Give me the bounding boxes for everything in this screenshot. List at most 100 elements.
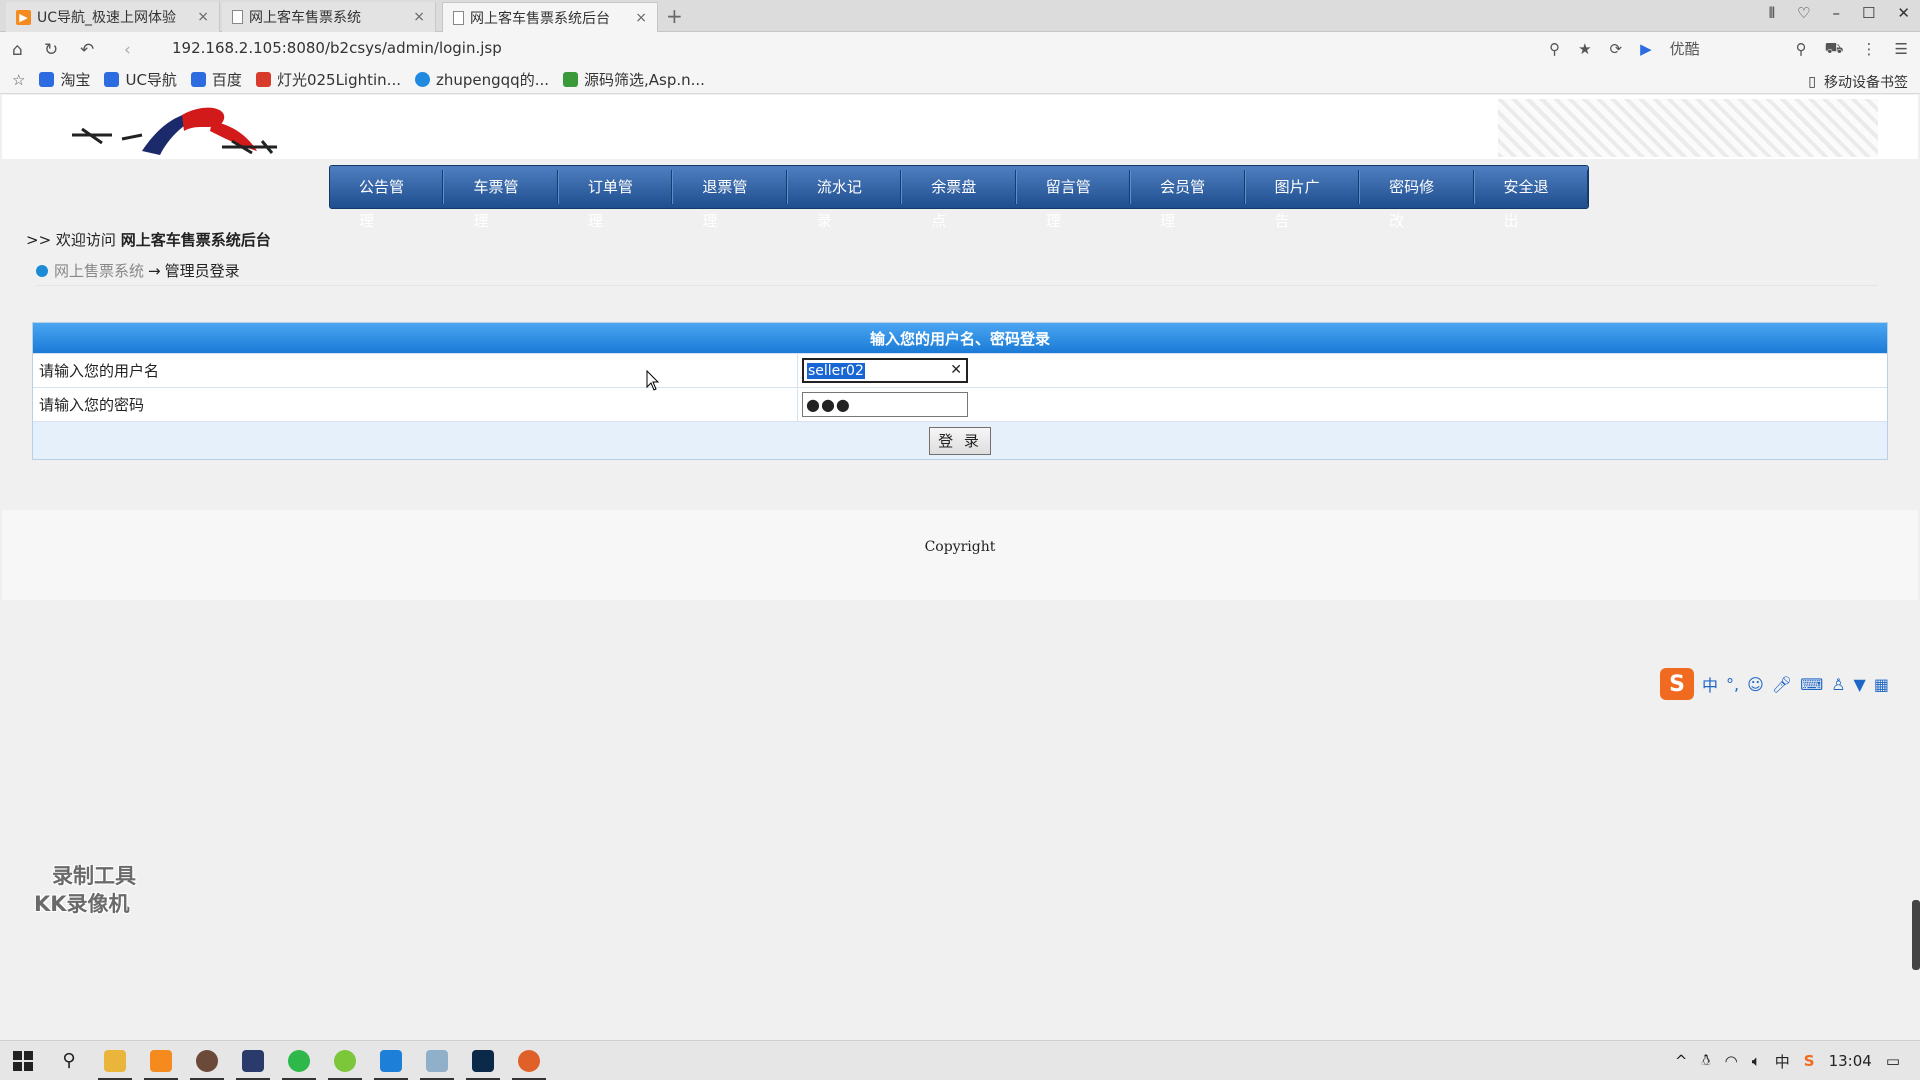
menu-remaining-tickets[interactable]: 余票盘点 xyxy=(901,170,1016,230)
ime-language[interactable]: 中 xyxy=(1702,672,1718,696)
clear-icon[interactable]: ✕ xyxy=(950,362,962,378)
menu-tickets[interactable]: 车票管理 xyxy=(443,170,558,230)
username-value: seller02 xyxy=(807,362,865,379)
bookmark-label: 百度 xyxy=(211,71,242,89)
bookmark-uc-nav[interactable]: UC导航 xyxy=(104,69,177,90)
bookmark-label: 淘宝 xyxy=(60,71,91,89)
eclipse-icon[interactable] xyxy=(230,1041,276,1080)
url-text: 192.168.2.105:8080/b2csys/admin/login.js… xyxy=(172,39,502,57)
mouse-cursor-icon xyxy=(646,370,660,391)
menu-change-password[interactable]: 密码修改 xyxy=(1359,170,1474,230)
bookmark-lighting[interactable]: 灯光025Lightin... xyxy=(255,69,401,90)
leaf-app-icon[interactable] xyxy=(322,1041,368,1080)
search-icon[interactable]: ⚲ xyxy=(1796,40,1807,58)
play-icon[interactable]: ▶ xyxy=(1640,40,1652,58)
skin-shirt-icon[interactable]: ▼ xyxy=(1854,675,1866,694)
address-field[interactable]: 192.168.2.105:8080/b2csys/admin/login.js… xyxy=(172,39,502,148)
bookmark-source-code[interactable]: 源码筛选,Asp.n... xyxy=(563,69,705,90)
username-input[interactable]: seller02 ✕ xyxy=(802,358,968,383)
breadcrumb-home-link[interactable]: 网上售票系统 xyxy=(54,260,144,281)
uc-browser-icon[interactable] xyxy=(138,1041,184,1080)
ime-indicator[interactable]: 中 xyxy=(1775,1051,1790,1072)
menu-icon[interactable]: ☰ xyxy=(1895,40,1908,58)
pin-icon[interactable]: ⫴ xyxy=(1769,4,1775,22)
tab-uc-nav[interactable]: ▶ UC导航_极速上网体验 × xyxy=(6,2,220,32)
sync-icon[interactable]: ⟳ xyxy=(1610,40,1623,58)
reload-icon[interactable]: ↻ xyxy=(44,40,58,60)
qq-icon[interactable]: 🐧︎ xyxy=(1701,1051,1710,1071)
site-logo xyxy=(72,107,277,155)
minimize-button[interactable]: – xyxy=(1832,4,1840,22)
welcome-prefix: >> 欢迎访问 xyxy=(26,231,116,249)
side-scroll-handle[interactable] xyxy=(1912,900,1920,970)
grid-icon[interactable]: ▦ xyxy=(1874,675,1889,694)
uc-logo-icon: ▶ xyxy=(16,9,31,25)
menu-refunds[interactable]: 退票管理 xyxy=(672,170,787,230)
user-icon[interactable]: ♙ xyxy=(1831,675,1845,694)
admin-menu-bar: 公告管理 车票管理 订单管理 退票管理 流水记录 余票盘点 留言管理 会员管理 … xyxy=(329,165,1589,230)
menu-transactions[interactable]: 流水记录 xyxy=(786,170,902,230)
volume-icon[interactable]: 🔈︎ xyxy=(1752,1052,1761,1070)
close-icon[interactable]: × xyxy=(635,10,647,26)
back-icon[interactable]: ‹ xyxy=(124,40,131,60)
menu-image-ads[interactable]: 图片广告 xyxy=(1244,170,1360,230)
notepad-icon[interactable] xyxy=(414,1041,460,1080)
bookmark-star-icon[interactable]: ☆ xyxy=(12,71,25,89)
search-engine-label[interactable]: 优酷 xyxy=(1670,38,1700,59)
clock[interactable]: 13:04 xyxy=(1829,1052,1872,1070)
file-explorer-icon[interactable] xyxy=(92,1041,138,1080)
recorder-app-icon[interactable] xyxy=(506,1041,552,1080)
keyboard-icon[interactable]: ⌨ xyxy=(1800,675,1823,694)
more-icon[interactable]: ⋮ xyxy=(1862,40,1877,58)
skin-icon[interactable]: ♡ xyxy=(1797,4,1810,22)
close-window-button[interactable]: ✕ xyxy=(1897,4,1910,22)
teamviewer-icon[interactable] xyxy=(368,1041,414,1080)
page-icon xyxy=(453,10,464,25)
sogou-tray-icon[interactable]: S xyxy=(1804,1052,1815,1070)
tab-ticket-system[interactable]: 网上客车售票系统 × xyxy=(222,2,436,32)
app-icon-orb[interactable] xyxy=(184,1041,230,1080)
close-icon[interactable]: × xyxy=(197,9,209,25)
tab-admin-login[interactable]: 网上客车售票系统后台 × xyxy=(442,2,658,32)
emoji-icon[interactable]: ☺ xyxy=(1747,675,1764,694)
bookmark-label: 灯光025Lightin... xyxy=(276,71,401,89)
menu-announcements[interactable]: 公告管理 xyxy=(330,170,444,230)
notification-icon[interactable]: ▭ xyxy=(1886,1052,1900,1070)
ime-toolbar: S 中 °, ☺ 🎤︎ ⌨ ♙ ▼ ▦ xyxy=(1660,668,1889,700)
wechat-icon[interactable] xyxy=(276,1041,322,1080)
menu-members[interactable]: 会员管理 xyxy=(1130,170,1245,230)
window-controls: ⫴ ♡ – ☐ ✕ xyxy=(1769,4,1910,22)
page-icon xyxy=(232,10,243,24)
close-icon[interactable]: × xyxy=(413,9,425,25)
cart-icon[interactable]: ⛟ xyxy=(1825,39,1844,59)
microphone-icon[interactable]: 🎤︎ xyxy=(1772,675,1792,694)
maximize-button[interactable]: ☐ xyxy=(1862,4,1875,22)
bookmark-baidu[interactable]: 百度 xyxy=(190,69,242,90)
chevron-up-icon[interactable]: ^ xyxy=(1675,1052,1688,1070)
punctuation-icon[interactable]: °, xyxy=(1726,675,1739,694)
bookmark-icon xyxy=(190,72,206,87)
start-button[interactable] xyxy=(0,1041,46,1080)
search-icon[interactable]: ⚲ xyxy=(46,1041,92,1080)
location-icon[interactable]: ⚲ xyxy=(1549,40,1560,58)
new-tab-button[interactable]: + xyxy=(666,4,683,28)
photoshop-icon[interactable] xyxy=(460,1041,506,1080)
toolbar-right: ⚲ ★ ⟳ ▶ 优酷 ⚲ ⛟ ⋮ ☰ xyxy=(1549,38,1908,59)
sogou-logo-icon[interactable]: S xyxy=(1660,668,1694,700)
login-button[interactable]: 登 录 xyxy=(929,426,991,455)
undo-icon[interactable]: ↶ xyxy=(80,40,94,60)
wifi-icon[interactable]: ◠ xyxy=(1725,1052,1738,1070)
mobile-bookmarks[interactable]: ▯ 移动设备书签 xyxy=(1808,72,1908,92)
bookmark-icon xyxy=(255,72,271,87)
password-row: 请输入您的密码 ●●● xyxy=(33,387,1887,421)
menu-messages[interactable]: 留言管理 xyxy=(1015,170,1131,230)
menu-orders[interactable]: 订单管理 xyxy=(557,170,673,230)
home-icon[interactable]: ⌂ xyxy=(12,40,23,60)
browser-tab-bar: ▶ UC导航_极速上网体验 × 网上客车售票系统 × 网上客车售票系统后台 × … xyxy=(0,0,1920,32)
password-input[interactable]: ●●● xyxy=(802,392,968,417)
bookmark-taobao[interactable]: 淘宝 xyxy=(39,69,90,90)
bookmark-zhupengqq[interactable]: zhupengqq的... xyxy=(414,69,549,90)
star-icon[interactable]: ★ xyxy=(1578,40,1591,58)
menu-logout[interactable]: 安全退出 xyxy=(1473,170,1588,230)
breadcrumb: 网上售票系统 → 管理员登录 xyxy=(36,256,1878,286)
